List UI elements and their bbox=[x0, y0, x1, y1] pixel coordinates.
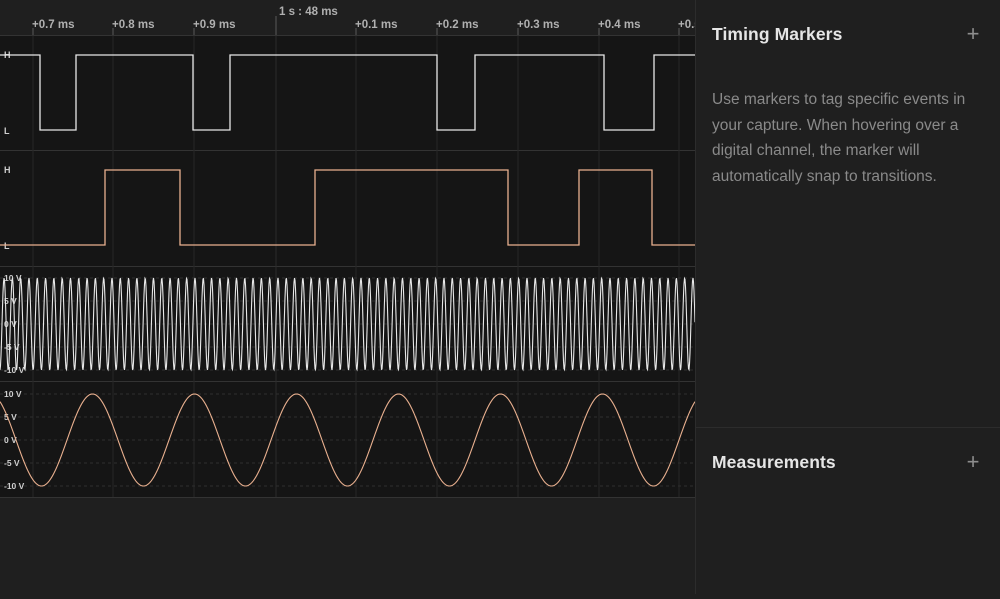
channel-2-low-label: L bbox=[4, 241, 10, 251]
right-sidebar: Timing Markers + Use markers to tag spec… bbox=[695, 0, 1000, 594]
add-marker-button[interactable]: + bbox=[962, 23, 984, 45]
timeline-anchor-label: 1 s : 48 ms bbox=[279, 6, 338, 18]
measurements-title: Measurements bbox=[712, 452, 836, 472]
timing-markers-title: Timing Markers bbox=[712, 24, 843, 44]
waveform-canvas[interactable]: +0.7 ms +0.8 ms +0.9 ms +0.1 ms +0.2 ms +0.3 … bbox=[0, 0, 721, 594]
timeline-tick-label: +0.7 ms bbox=[32, 19, 75, 31]
timeline-tick-label: +0.4 ms bbox=[598, 19, 641, 31]
timeline-tick-label: +0.8 ms bbox=[112, 19, 155, 31]
timeline-tick-label: +0.9 ms bbox=[193, 19, 236, 31]
timeline-tick-label: +0.1 ms bbox=[355, 19, 398, 31]
channel-4-y-label: -10 V bbox=[4, 481, 25, 491]
timeline-tick-label: +0.3 ms bbox=[517, 19, 560, 31]
channel-1-low-label: L bbox=[4, 126, 10, 136]
timing-markers-description: Use markers to tag specific events in yo… bbox=[712, 91, 966, 185]
timing-markers-panel: Timing Markers + Use markers to tag spec… bbox=[696, 0, 1000, 427]
channel-row-1[interactable] bbox=[0, 36, 695, 150]
waveform-viewer[interactable]: +0.7 ms +0.8 ms +0.9 ms +0.1 ms +0.2 ms +0.3 … bbox=[0, 0, 721, 594]
channel-row-2[interactable] bbox=[0, 151, 695, 266]
timeline-tick-label: +0.2 ms bbox=[436, 19, 479, 31]
channel-4-y-label: -5 V bbox=[4, 458, 20, 468]
timeline-tick-label: +0.5 ms bbox=[678, 19, 695, 31]
channel-4-y-label: 10 V bbox=[4, 389, 22, 399]
plus-icon: + bbox=[966, 21, 980, 46]
channel-3-y-label: -10 V bbox=[4, 365, 25, 375]
plus-icon: + bbox=[966, 449, 980, 474]
channel-2-high-label: H bbox=[4, 165, 11, 175]
measurements-panel: Measurements + bbox=[696, 428, 1000, 594]
add-measurement-button[interactable]: + bbox=[962, 451, 984, 473]
